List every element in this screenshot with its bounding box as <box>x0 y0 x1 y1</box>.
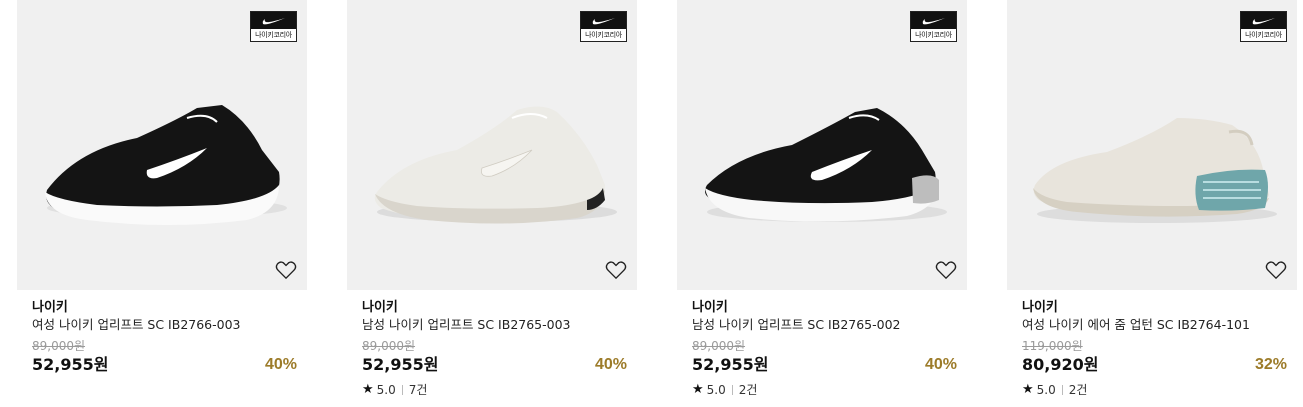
review-count[interactable]: 2건 <box>739 382 758 398</box>
product-brand[interactable]: 나이키 <box>1022 300 1287 316</box>
product-brand[interactable]: 나이키 <box>362 300 627 316</box>
discount-rate: 32% <box>1254 356 1287 373</box>
product-image[interactable]: 나이키코리아 <box>1007 0 1297 290</box>
original-price: 89,000원 <box>32 339 86 353</box>
nike-swoosh-icon <box>922 17 945 24</box>
heart-icon[interactable] <box>935 260 957 280</box>
original-price: 89,000원 <box>692 339 746 353</box>
nike-korea-badge: 나이키코리아 <box>580 11 627 42</box>
product-grid: 나이키코리아 나이키 여성 나이키 업리프트 SC IB2766-003 89,… <box>0 0 1303 407</box>
product-brand[interactable]: 나이키 <box>692 300 957 316</box>
product-name[interactable]: 남성 나이키 업리프트 SC IB2765-003 <box>362 317 627 333</box>
nike-swoosh-icon <box>262 17 285 24</box>
rating-row: ★ 5.0 2건 <box>1022 382 1287 398</box>
shoe-image-cream-airzoom <box>1033 118 1277 223</box>
product-image[interactable]: 나이키코리아 <box>347 0 637 290</box>
product-card[interactable]: 나이키코리아 나이키 남성 나이키 업리프트 SC IB2765-002 89,… <box>677 0 967 407</box>
nike-korea-badge: 나이키코리아 <box>250 11 297 42</box>
badge-label: 나이키코리아 <box>255 31 292 39</box>
badge-label: 나이키코리아 <box>585 31 622 39</box>
star-icon: ★ <box>692 382 704 397</box>
divider <box>1061 385 1063 395</box>
heart-icon[interactable] <box>275 260 297 280</box>
nike-korea-badge: 나이키코리아 <box>910 11 957 42</box>
product-card[interactable]: 나이키코리아 나이키 남성 나이키 업리프트 SC IB2765-003 89,… <box>347 0 637 407</box>
product-name[interactable]: 여성 나이키 업리프트 SC IB2766-003 <box>32 317 297 333</box>
divider <box>731 385 733 395</box>
shoe-image-black <box>705 108 947 222</box>
heart-icon[interactable] <box>1265 260 1287 280</box>
badge-label: 나이키코리아 <box>915 31 952 39</box>
review-count[interactable]: 2건 <box>1069 382 1088 398</box>
heart-icon[interactable] <box>605 260 627 280</box>
product-card[interactable]: 나이키코리아 나이키 여성 나이키 에어 줌 업턴 SC IB2764-101 … <box>1007 0 1297 407</box>
shoe-image-black <box>45 105 287 225</box>
nike-swoosh-icon <box>1252 17 1275 24</box>
product-name[interactable]: 남성 나이키 업리프트 SC IB2765-002 <box>692 317 957 333</box>
original-price: 119,000원 <box>1022 339 1083 353</box>
product-name[interactable]: 여성 나이키 에어 줌 업턴 SC IB2764-101 <box>1022 317 1287 333</box>
discount-rate: 40% <box>924 356 957 373</box>
badge-label: 나이키코리아 <box>1245 31 1282 39</box>
product-brand[interactable]: 나이키 <box>32 300 297 316</box>
sale-price: 52,955원 <box>692 355 769 374</box>
rating-value: 5.0 <box>1036 383 1056 397</box>
rating-row: ★ 5.0 7건 <box>362 382 627 398</box>
discount-rate: 40% <box>264 356 297 373</box>
review-count[interactable]: 7건 <box>409 382 428 398</box>
nike-korea-badge: 나이키코리아 <box>1240 11 1287 42</box>
divider <box>401 385 403 395</box>
sale-price: 80,920원 <box>1022 355 1099 374</box>
rating-row: ★ 5.0 2건 <box>692 382 957 398</box>
rating-value: 5.0 <box>706 383 726 397</box>
sale-price: 52,955원 <box>32 355 109 374</box>
star-icon: ★ <box>1022 382 1034 397</box>
product-image[interactable]: 나이키코리아 <box>17 0 307 290</box>
nike-swoosh-icon <box>592 17 615 24</box>
product-image[interactable]: 나이키코리아 <box>677 0 967 290</box>
product-card[interactable]: 나이키코리아 나이키 여성 나이키 업리프트 SC IB2766-003 89,… <box>17 0 307 407</box>
star-icon: ★ <box>362 382 374 397</box>
shoe-image-cream <box>374 106 617 224</box>
rating-value: 5.0 <box>376 383 396 397</box>
sale-price: 52,955원 <box>362 355 439 374</box>
discount-rate: 40% <box>594 356 627 373</box>
original-price: 89,000원 <box>362 339 416 353</box>
